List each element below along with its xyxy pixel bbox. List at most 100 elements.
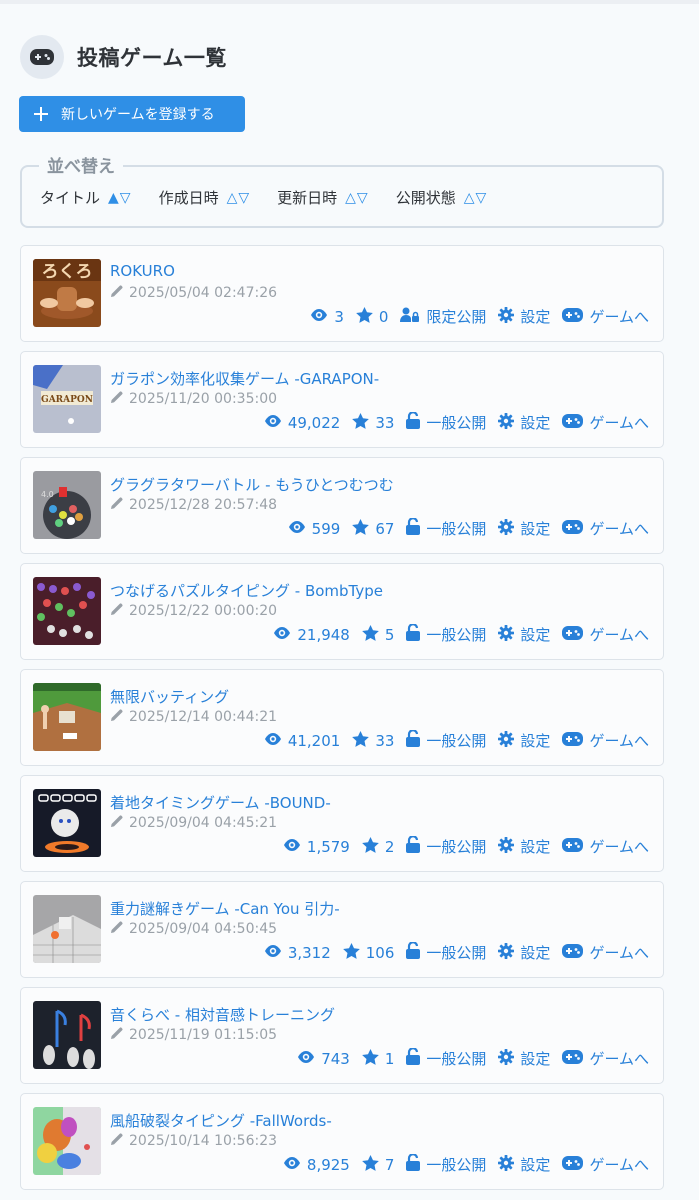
settings-link-text: 設定 bbox=[520, 732, 551, 750]
unlock-icon bbox=[406, 517, 426, 539]
star-count-text: 2 bbox=[384, 837, 395, 856]
sort-arrows-icon[interactable]: △▽ bbox=[464, 190, 488, 206]
play-game-link[interactable]: ゲームへ bbox=[562, 518, 649, 539]
game-title-link[interactable]: ROKURO bbox=[110, 262, 175, 280]
game-title-link[interactable]: 風船破裂タイピング -FallWords- bbox=[110, 1110, 332, 1131]
settings-link[interactable]: 設定 bbox=[498, 836, 550, 857]
pencil-icon bbox=[110, 814, 124, 832]
pencil-icon bbox=[110, 1026, 124, 1044]
sort-label: タイトル bbox=[40, 189, 101, 207]
sort-arrows-icon[interactable]: ▲▽ bbox=[108, 190, 132, 206]
game-thumbnail[interactable] bbox=[33, 1001, 101, 1069]
sort-by-updated[interactable]: 更新日時 △▽ bbox=[277, 187, 369, 208]
gamepad-icon bbox=[20, 35, 64, 79]
star-icon bbox=[352, 518, 375, 539]
game-title-link[interactable]: 重力謎解きゲーム -Can You 引力- bbox=[110, 898, 340, 919]
visibility-text: 一般公開 bbox=[426, 944, 487, 962]
gamepad-icon bbox=[562, 413, 589, 432]
sort-arrows-icon[interactable]: △▽ bbox=[227, 190, 251, 206]
game-card: ろくろ ROKURO 2025/05/04 02:47:26 3 0 限定公開 … bbox=[20, 245, 664, 342]
game-title-link[interactable]: 無限バッティング bbox=[110, 686, 229, 707]
play-game-link[interactable]: ゲームへ bbox=[562, 730, 649, 751]
settings-link[interactable]: 設定 bbox=[498, 412, 550, 433]
settings-link[interactable]: 設定 bbox=[498, 624, 550, 645]
game-thumbnail[interactable] bbox=[33, 789, 101, 857]
play-game-link[interactable]: ゲームへ bbox=[562, 412, 649, 433]
eye-icon bbox=[283, 838, 307, 856]
visibility-text: 限定公開 bbox=[426, 308, 487, 326]
gamepad-icon bbox=[562, 519, 589, 538]
settings-link[interactable]: 設定 bbox=[498, 730, 550, 751]
star-count: 0 bbox=[356, 306, 388, 327]
view-count-text: 599 bbox=[311, 519, 341, 538]
sort-arrows-icon[interactable]: △▽ bbox=[345, 190, 369, 206]
pencil-icon bbox=[110, 284, 124, 302]
game-date-text: 2025/09/04 04:50:45 bbox=[129, 921, 278, 937]
star-icon bbox=[356, 306, 379, 327]
play-game-link-text: ゲームへ bbox=[589, 838, 649, 856]
visibility-status: 一般公開 bbox=[406, 1047, 487, 1069]
star-icon bbox=[342, 942, 366, 963]
sort-by-visibility[interactable]: 公開状態 △▽ bbox=[396, 187, 488, 208]
play-game-link[interactable]: ゲームへ bbox=[562, 624, 649, 645]
play-game-link[interactable]: ゲームへ bbox=[562, 306, 649, 327]
game-card: 無限バッティング 2025/12/14 00:44:21 41,201 33 一… bbox=[20, 669, 664, 766]
visibility-text: 一般公開 bbox=[426, 1050, 487, 1068]
play-game-link[interactable]: ゲームへ bbox=[562, 942, 649, 963]
game-thumbnail[interactable] bbox=[33, 1107, 101, 1175]
play-game-link-text: ゲームへ bbox=[589, 944, 649, 962]
game-title-link[interactable]: ガラポン効率化収集ゲーム -GARAPON- bbox=[110, 368, 379, 389]
pencil-icon bbox=[110, 390, 124, 408]
star-count: 7 bbox=[362, 1154, 394, 1175]
game-thumbnail[interactable]: ろくろ bbox=[33, 259, 101, 327]
eye-icon bbox=[264, 732, 288, 750]
game-title-link[interactable]: つなげるパズルタイピング - BombType bbox=[110, 580, 383, 601]
star-count: 33 bbox=[352, 730, 395, 751]
visibility-text: 一般公開 bbox=[426, 732, 487, 750]
add-game-button[interactable]: 新しいゲームを登録する bbox=[19, 96, 245, 132]
game-date-text: 2025/11/19 01:15:05 bbox=[129, 1027, 278, 1043]
add-game-button-label: 新しいゲームを登録する bbox=[61, 107, 215, 123]
play-game-link[interactable]: ゲームへ bbox=[562, 1154, 649, 1175]
svg-text:4.0: 4.0 bbox=[41, 490, 54, 499]
settings-link[interactable]: 設定 bbox=[498, 518, 550, 539]
play-game-link[interactable]: ゲームへ bbox=[562, 836, 649, 857]
game-date: 2025/09/04 04:50:45 bbox=[110, 920, 277, 938]
play-game-link[interactable]: ゲームへ bbox=[562, 1048, 649, 1069]
settings-link[interactable]: 設定 bbox=[498, 1154, 550, 1175]
game-date: 2025/11/20 00:35:00 bbox=[110, 390, 277, 408]
game-title-link[interactable]: グラグラタワーバトル - もうひとつむつむ bbox=[110, 474, 394, 495]
sort-by-title[interactable]: タイトル ▲▽ bbox=[40, 187, 132, 208]
game-date-text: 2025/10/14 10:56:23 bbox=[129, 1133, 278, 1149]
settings-link[interactable]: 設定 bbox=[498, 942, 550, 963]
gamepad-icon bbox=[562, 943, 589, 962]
gamepad-icon bbox=[562, 731, 589, 750]
pencil-icon bbox=[110, 708, 124, 726]
game-date-text: 2025/09/04 04:45:21 bbox=[129, 815, 278, 831]
settings-link[interactable]: 設定 bbox=[498, 1048, 550, 1069]
game-thumbnail[interactable] bbox=[33, 895, 101, 963]
star-icon bbox=[362, 1048, 385, 1069]
game-title-link[interactable]: 音くらべ - 相対音感トレーニング bbox=[110, 1004, 335, 1025]
visibility-status: 一般公開 bbox=[406, 1153, 486, 1175]
game-title-link[interactable]: 着地タイミングゲーム -BOUND- bbox=[110, 792, 331, 813]
star-icon bbox=[362, 836, 385, 857]
svg-text:ろくろ: ろくろ bbox=[42, 262, 93, 282]
game-thumbnail[interactable] bbox=[33, 577, 101, 645]
view-count: 8,925 bbox=[283, 1156, 350, 1174]
game-thumbnail[interactable]: 4.0 bbox=[33, 471, 101, 539]
game-date: 2025/12/14 00:44:21 bbox=[110, 708, 277, 726]
star-icon bbox=[362, 624, 385, 645]
game-thumbnail[interactable]: GARAPON bbox=[33, 365, 101, 433]
settings-link-text: 設定 bbox=[520, 838, 551, 856]
game-thumbnail[interactable] bbox=[33, 683, 101, 751]
star-count: 67 bbox=[352, 518, 394, 539]
settings-link[interactable]: 設定 bbox=[498, 306, 550, 327]
view-count-text: 21,948 bbox=[297, 625, 350, 644]
eye-icon bbox=[264, 944, 288, 962]
game-list: ろくろ ROKURO 2025/05/04 02:47:26 3 0 限定公開 … bbox=[20, 245, 664, 1199]
unlock-icon bbox=[406, 941, 426, 963]
star-count-text: 33 bbox=[375, 731, 395, 750]
eye-icon bbox=[288, 520, 312, 538]
sort-by-created[interactable]: 作成日時 △▽ bbox=[159, 187, 251, 208]
